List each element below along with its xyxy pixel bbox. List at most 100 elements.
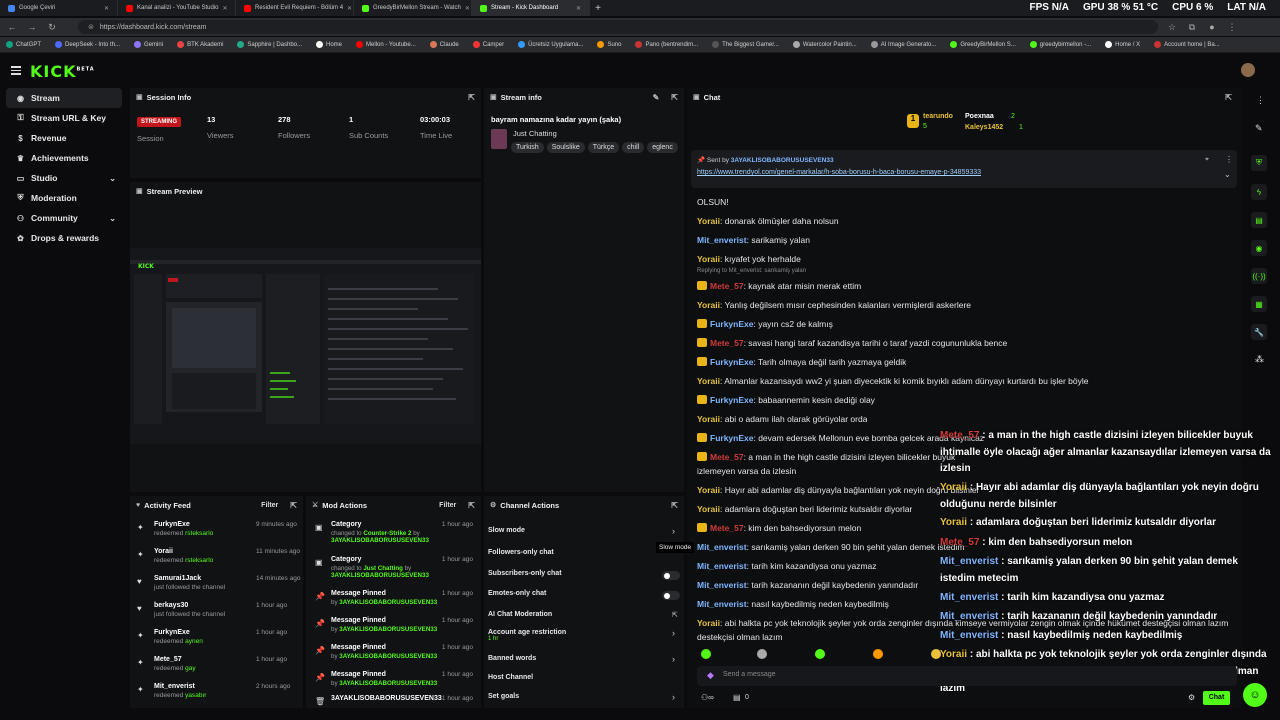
rail-share-icon[interactable]: ⁂	[1255, 354, 1264, 365]
bookmark-item[interactable]: ChatGPT	[6, 41, 41, 48]
activity-item[interactable]: ✦ FurkynExe redeemed rsteksarlo 9 minutes a…	[137, 521, 298, 537]
bookmark-item[interactable]: Home / X	[1105, 41, 1140, 48]
chat-username[interactable]: FurkynExe	[710, 395, 753, 405]
popout-icon[interactable]: ⇱	[1225, 93, 1232, 102]
chevron-down-icon[interactable]: ⌄	[109, 214, 116, 223]
mod-action-item[interactable]: ▣ Category changed to Counter-Strike 2 by …	[315, 521, 475, 544]
chevron-right-icon[interactable]: ›	[672, 628, 675, 638]
unpin-icon[interactable]: ⌖	[1205, 156, 1209, 164]
bookmark-item[interactable]: Gemini	[134, 41, 163, 48]
stream-tag[interactable]: Türkçe	[587, 142, 620, 153]
chat-username[interactable]: FurkynExe	[710, 319, 753, 329]
chevron-down-icon[interactable]: ⌄	[109, 174, 116, 183]
chat-username[interactable]: Yoraii	[697, 485, 720, 495]
chat-username[interactable]: Yoraii	[697, 414, 720, 424]
stream-preview-video[interactable]: KICK	[130, 248, 481, 444]
rail-broadcast-icon[interactable]: ((·))	[1251, 268, 1267, 284]
mod-action-item[interactable]: 📌 Message Pinned by 3AYAKLISOBABORUSUSEVEN…	[315, 590, 475, 606]
chat-username[interactable]: Mete_57	[710, 452, 744, 462]
chat-help-icon[interactable]: ☺	[1243, 683, 1267, 707]
chat-username[interactable]: Mit_enverist	[697, 580, 747, 590]
channel-action-ai-chat-moderation[interactable]: AI Chat Moderation	[488, 611, 552, 618]
chat-username[interactable]: Yoraii	[697, 376, 720, 386]
tab-close-icon[interactable]: ✕	[465, 5, 470, 12]
chat-username[interactable]: Mit_enverist	[697, 542, 747, 552]
rail-chat-icon[interactable]: ◉	[1251, 240, 1267, 256]
external-link-icon[interactable]: ⇱	[672, 611, 678, 619]
emote-icon[interactable]	[873, 649, 883, 659]
extensions-icon[interactable]: ⧉	[1186, 22, 1198, 33]
chat-username[interactable]: Mit_enverist	[697, 561, 747, 571]
popout-icon[interactable]: ⇱	[468, 501, 475, 510]
popout-icon[interactable]: ⇱	[468, 93, 475, 102]
emote-icon[interactable]	[757, 649, 767, 659]
chevron-right-icon[interactable]: ›	[672, 526, 675, 536]
bookmark-item[interactable]: BTK Akademi	[177, 41, 223, 48]
chat-settings-icon[interactable]: ⚙	[1188, 693, 1195, 702]
chat-username[interactable]: FurkynExe	[710, 433, 753, 443]
chat-username[interactable]: Mete_57	[710, 523, 744, 533]
activity-item[interactable]: ♥ berkays30 just followed the channel 1 hou…	[137, 602, 298, 618]
mod-filter-button[interactable]: Filter	[439, 502, 456, 509]
chat-username[interactable]: Yoraii	[697, 618, 720, 628]
sidebar-item-community[interactable]: ⚇ Community ⌄	[6, 208, 122, 228]
mod-action-item[interactable]: 📌 Message Pinned by 3AYAKLISOBABORUSUSEVEN…	[315, 671, 475, 687]
browser-tab[interactable]: Resident Evil Requiem - Bölüm 4 ✕	[236, 0, 354, 16]
browser-tab[interactable]: Stream - Kick Dashboard ✕	[472, 0, 590, 16]
bookmark-item[interactable]: Suno	[597, 41, 621, 48]
sidebar-item-moderation[interactable]: ⛨ Moderation	[6, 188, 122, 208]
users-icon[interactable]: ⚇∞	[701, 693, 714, 702]
sidebar-item-achievements[interactable]: ♛ Achievements	[6, 148, 122, 168]
kick-logo[interactable]: KICKBETA	[30, 62, 95, 81]
toggle-switch[interactable]	[662, 591, 680, 600]
activity-item[interactable]: ✦ Mit_enverist redeemed yasabır 2 hours ago	[137, 683, 298, 699]
sidebar-item-drops-rewards[interactable]: ✿ Drops & rewards	[6, 228, 122, 248]
bookmark-item[interactable]: Watercolor Paintin...	[792, 41, 857, 48]
bookmark-item[interactable]: The Biggest Gamer...	[712, 41, 779, 48]
popout-icon[interactable]: ⇱	[290, 501, 297, 510]
tab-close-icon[interactable]: ✕	[347, 5, 352, 12]
forward-icon[interactable]: →	[26, 22, 38, 32]
browser-menu-icon[interactable]: ⋮	[1226, 22, 1238, 33]
chat-username[interactable]: Mete_57	[710, 338, 744, 348]
profile-icon[interactable]: ●	[1206, 22, 1218, 32]
emote-icon[interactable]	[701, 649, 711, 659]
stream-tag[interactable]: Soulslike	[546, 142, 585, 153]
channel-action-subscribers-only-chat[interactable]: Subscribers-only chat	[488, 570, 562, 577]
bookmark-item[interactable]: Account home | Ba...	[1154, 41, 1220, 48]
stream-tag[interactable]: Turkish	[511, 142, 544, 153]
browser-tab[interactable]: GreedyBirMellon Stream - Watch ✕	[354, 0, 472, 16]
browser-tab[interactable]: Kanal analizi - YouTube Studio ✕	[118, 0, 236, 16]
mod-action-item[interactable]: 📌 Message Pinned by 3AYAKLISOBABORUSUSEVEN…	[315, 617, 475, 633]
mod-action-item[interactable]: 📌 Message Pinned by 3AYAKLISOBABORUSUSEVEN…	[315, 644, 475, 660]
chat-username[interactable]: Yoraii	[697, 504, 720, 514]
stream-tag[interactable]: eglenc	[647, 142, 678, 153]
reload-icon[interactable]: ↻	[46, 22, 58, 33]
url-field[interactable]: ⊜ https://dashboard.kick.com/stream	[78, 20, 1158, 34]
rail-clip-icon[interactable]: ▦	[1251, 296, 1267, 312]
rail-edit-icon[interactable]: ✎	[1255, 123, 1263, 134]
rail-more-icon[interactable]: ⋮	[1256, 95, 1265, 106]
user-avatar[interactable]	[1241, 63, 1255, 77]
channel-action-banned-words[interactable]: Banned words	[488, 655, 536, 662]
rail-notes-icon[interactable]: ▤	[1251, 212, 1267, 228]
channel-action-slow-mode[interactable]: Slow mode	[488, 527, 525, 534]
mod-action-item[interactable]: ▣ Category changed to Just Chatting by 3AY…	[315, 556, 475, 579]
channel-action-emotes-only-chat[interactable]: Emotes-only chat	[488, 590, 546, 597]
channel-action-followers-only-chat[interactable]: Followers-only chat	[488, 549, 554, 556]
sidebar-item-revenue[interactable]: $ Revenue	[6, 128, 122, 148]
bookmark-item[interactable]: Pano (bentrendim...	[635, 41, 698, 48]
chat-username[interactable]: Mit_enverist	[697, 599, 747, 609]
channel-action-set-goals[interactable]: Set goals	[488, 693, 519, 700]
activity-item[interactable]: ✦ Yoraii redeemed rsteksarlo 11 minutes ago	[137, 548, 300, 564]
pinned-more-icon[interactable]: ⋮	[1225, 155, 1233, 164]
bookmark-item[interactable]: Sapphire | Dashbo...	[237, 41, 302, 48]
bookmark-item[interactable]: Camper	[472, 41, 504, 48]
chat-username[interactable]: Yoraii	[697, 254, 720, 264]
emote-icon[interactable]	[931, 649, 941, 659]
tab-close-icon[interactable]: ✕	[576, 5, 581, 12]
chat-username[interactable]: Yoraii	[697, 216, 720, 226]
sidebar-item-stream-url-key[interactable]: ⚿ Stream URL & Key	[6, 108, 122, 128]
pinned-collapse-icon[interactable]: ⌄	[1224, 170, 1231, 179]
activity-item[interactable]: ✦ FurkynExe redeemed aynen 1 hour ago	[137, 629, 298, 645]
